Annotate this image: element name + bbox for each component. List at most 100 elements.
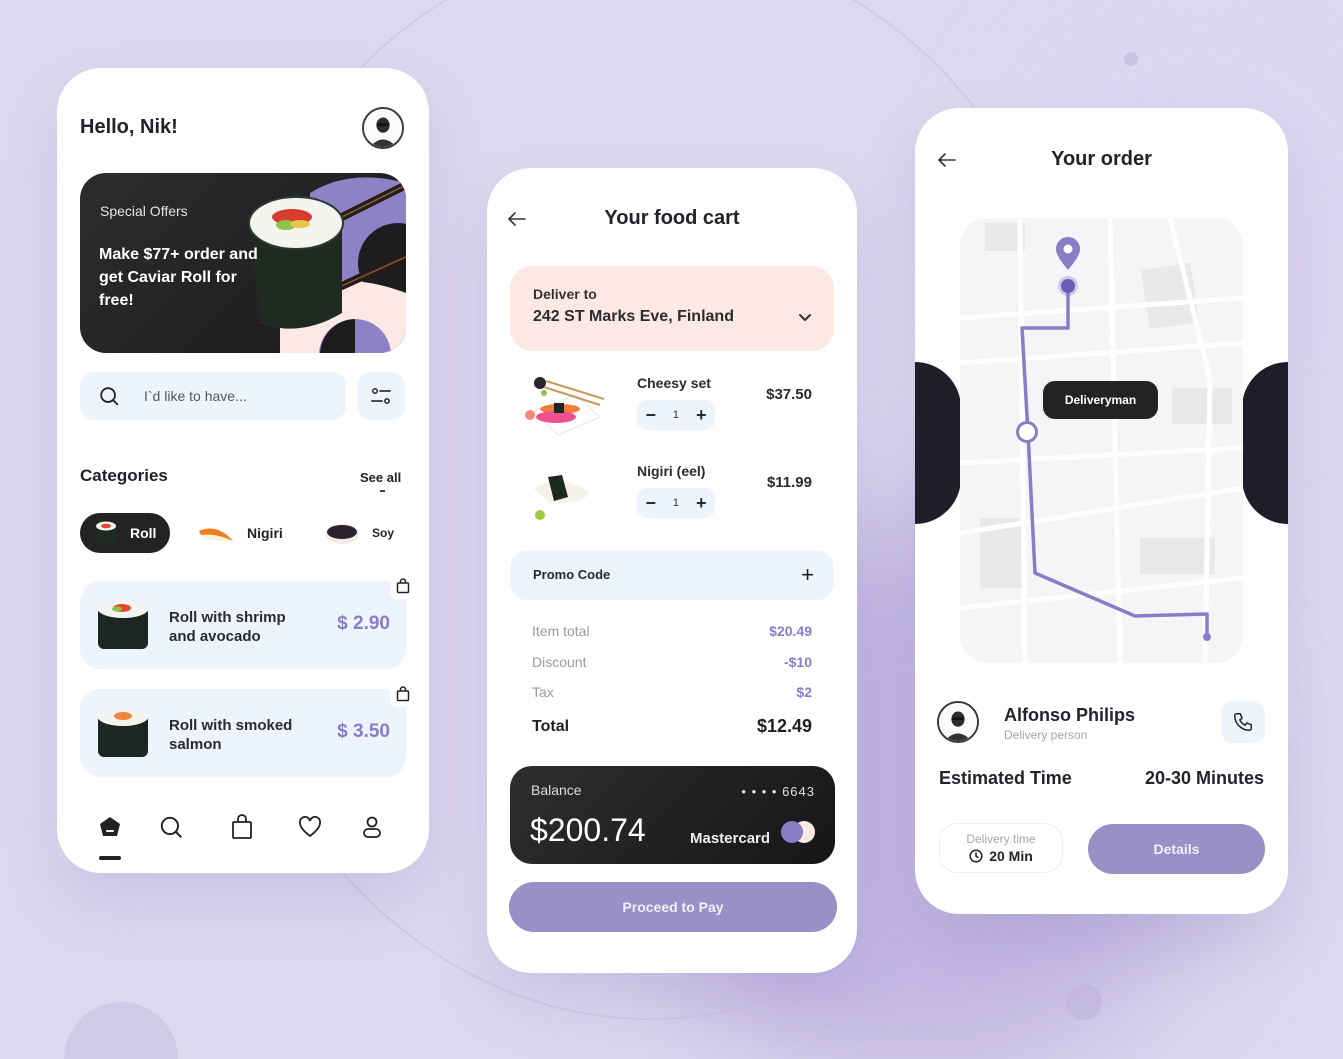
estimated-time-label: Estimated Time	[939, 768, 1072, 788]
quantity-value: 1	[672, 497, 680, 509]
decor-shape	[1242, 362, 1288, 524]
promo-subtitle: Special Offers	[100, 203, 188, 219]
delivery-address: 242 ST Marks Eve, Finland	[533, 308, 734, 325]
cart-screen: Your food cart Deliver to 242 ST Marks E…	[487, 168, 857, 973]
summary-row: Discount -$10	[532, 654, 812, 670]
bag-icon	[396, 686, 410, 702]
cart-item: Nigiri (eel) − 1 + $11.99	[510, 463, 834, 543]
product-card[interactable]: Roll with shrimp and avocado $ 2.90	[80, 581, 406, 669]
delivery-time-label: Delivery time	[966, 832, 1036, 846]
proceed-to-pay-button[interactable]: Proceed to Pay	[509, 882, 837, 932]
greeting: Hello, Nik!	[80, 116, 178, 138]
nav-search[interactable]	[157, 813, 185, 841]
item-name: Nigiri (eel)	[637, 463, 706, 479]
bg-dot	[1066, 984, 1102, 1020]
home-screen: Hello, Nik! Special Offers Make $77+ ord…	[57, 68, 429, 873]
item-price: $11.99	[766, 474, 812, 491]
product-card[interactable]: Roll with smoked salmon $ 3.50	[80, 689, 406, 777]
increase-button[interactable]: +	[696, 406, 707, 424]
call-button[interactable]	[1221, 701, 1265, 743]
roll-image	[98, 600, 148, 649]
user-avatar[interactable]	[362, 107, 404, 149]
delivery-time-value: 20 Min	[989, 848, 1033, 864]
avatar-icon	[364, 109, 402, 147]
courier-location-marker[interactable]	[1016, 421, 1038, 443]
product-price: $ 2.90	[337, 613, 390, 634]
cart-item: Cheesy set − 1 + $37.50	[510, 375, 834, 455]
clock-icon	[969, 849, 983, 863]
total-value: $12.49	[756, 716, 812, 736]
nav-bag[interactable]	[228, 813, 256, 841]
decor-shape	[915, 362, 961, 524]
active-tab-indicator	[99, 856, 121, 860]
bag-icon	[396, 578, 410, 594]
categories-heading: Categories	[80, 466, 168, 485]
quantity-value: 1	[672, 409, 680, 421]
soy-icon	[325, 524, 359, 544]
decrease-button[interactable]: −	[645, 406, 656, 424]
delivery-time-box: Delivery time 20 Min	[939, 823, 1063, 873]
summary-label: Discount	[532, 654, 587, 670]
item-name: Cheesy set	[637, 375, 711, 391]
courier-avatar	[937, 701, 979, 743]
courier-role: Delivery person	[1004, 728, 1088, 742]
plus-icon[interactable]: +	[801, 562, 814, 588]
details-button[interactable]: Details	[1088, 824, 1265, 874]
map-streets	[960, 218, 1243, 663]
filter-button[interactable]	[357, 372, 405, 420]
phone-icon	[1234, 713, 1252, 731]
search-icon	[160, 816, 182, 838]
quantity-stepper: − 1 +	[637, 400, 715, 430]
balance-amount: $200.74	[530, 812, 646, 848]
deliveryman-tooltip: Deliveryman	[1043, 381, 1158, 419]
mastercard-icon	[781, 821, 815, 843]
category-label: Soy	[372, 526, 395, 540]
decrease-button[interactable]: −	[645, 494, 656, 512]
search-bar[interactable]	[80, 372, 346, 420]
roll-icon	[96, 521, 116, 545]
card-brand: Mastercard	[690, 830, 771, 847]
promo-code-field[interactable]: Promo Code +	[510, 550, 834, 600]
quantity-stepper: − 1 +	[637, 488, 715, 518]
estimated-time-value: 20-30 Minutes	[1144, 768, 1264, 788]
category-label: Roll	[130, 525, 157, 541]
nigiri-icon	[199, 528, 233, 542]
summary-value: $20.49	[769, 623, 812, 639]
chevron-down-icon	[799, 314, 811, 321]
add-to-bag-button[interactable]	[390, 573, 416, 599]
category-nigiri[interactable]: Nigiri	[197, 513, 283, 553]
courier-name: Alfonso Philips	[1004, 705, 1136, 725]
promo-code-label: Promo Code	[533, 567, 611, 582]
profile-icon	[363, 816, 381, 838]
bottom-nav	[57, 813, 429, 860]
search-icon	[100, 387, 119, 406]
nav-favorites[interactable]	[296, 813, 324, 841]
page-title: Your order	[1051, 148, 1152, 170]
category-soy[interactable]: Soy	[322, 513, 394, 553]
summary-label: Tax	[532, 684, 554, 700]
search-input[interactable]	[144, 388, 324, 404]
see-all-link[interactable]: See all	[360, 470, 401, 492]
destination-pin-icon	[1056, 237, 1080, 270]
delivery-address-selector[interactable]: Deliver to 242 ST Marks Eve, Finland	[510, 266, 834, 351]
summary-label: Item total	[532, 623, 590, 639]
roll-image	[98, 708, 148, 757]
add-to-bag-button[interactable]	[390, 681, 416, 707]
nigiri-eel-image	[534, 475, 590, 520]
order-tracking-screen: Your order Deliveryman Alfonso Philips D…	[915, 108, 1288, 914]
nav-home[interactable]	[96, 813, 124, 841]
increase-button[interactable]: +	[696, 494, 707, 512]
page-title: Your food cart	[604, 207, 740, 229]
special-offer-banner[interactable]: Special Offers Make $77+ order and get C…	[80, 173, 406, 353]
deliver-to-label: Deliver to	[533, 286, 597, 302]
payment-card[interactable]: Balance • • • • 6643 $200.74 Mastercard	[510, 766, 835, 864]
promo-title: Make $77+ order and get Caviar Roll for …	[99, 246, 258, 309]
item-price: $37.50	[766, 386, 812, 403]
bg-dot	[64, 1002, 178, 1059]
category-roll[interactable]: Roll	[80, 513, 171, 553]
nav-profile[interactable]	[358, 813, 386, 841]
summary-value: -$10	[783, 654, 812, 670]
delivery-map[interactable]	[960, 218, 1243, 663]
filter-icon	[371, 387, 391, 405]
summary-value: $2	[796, 684, 812, 700]
